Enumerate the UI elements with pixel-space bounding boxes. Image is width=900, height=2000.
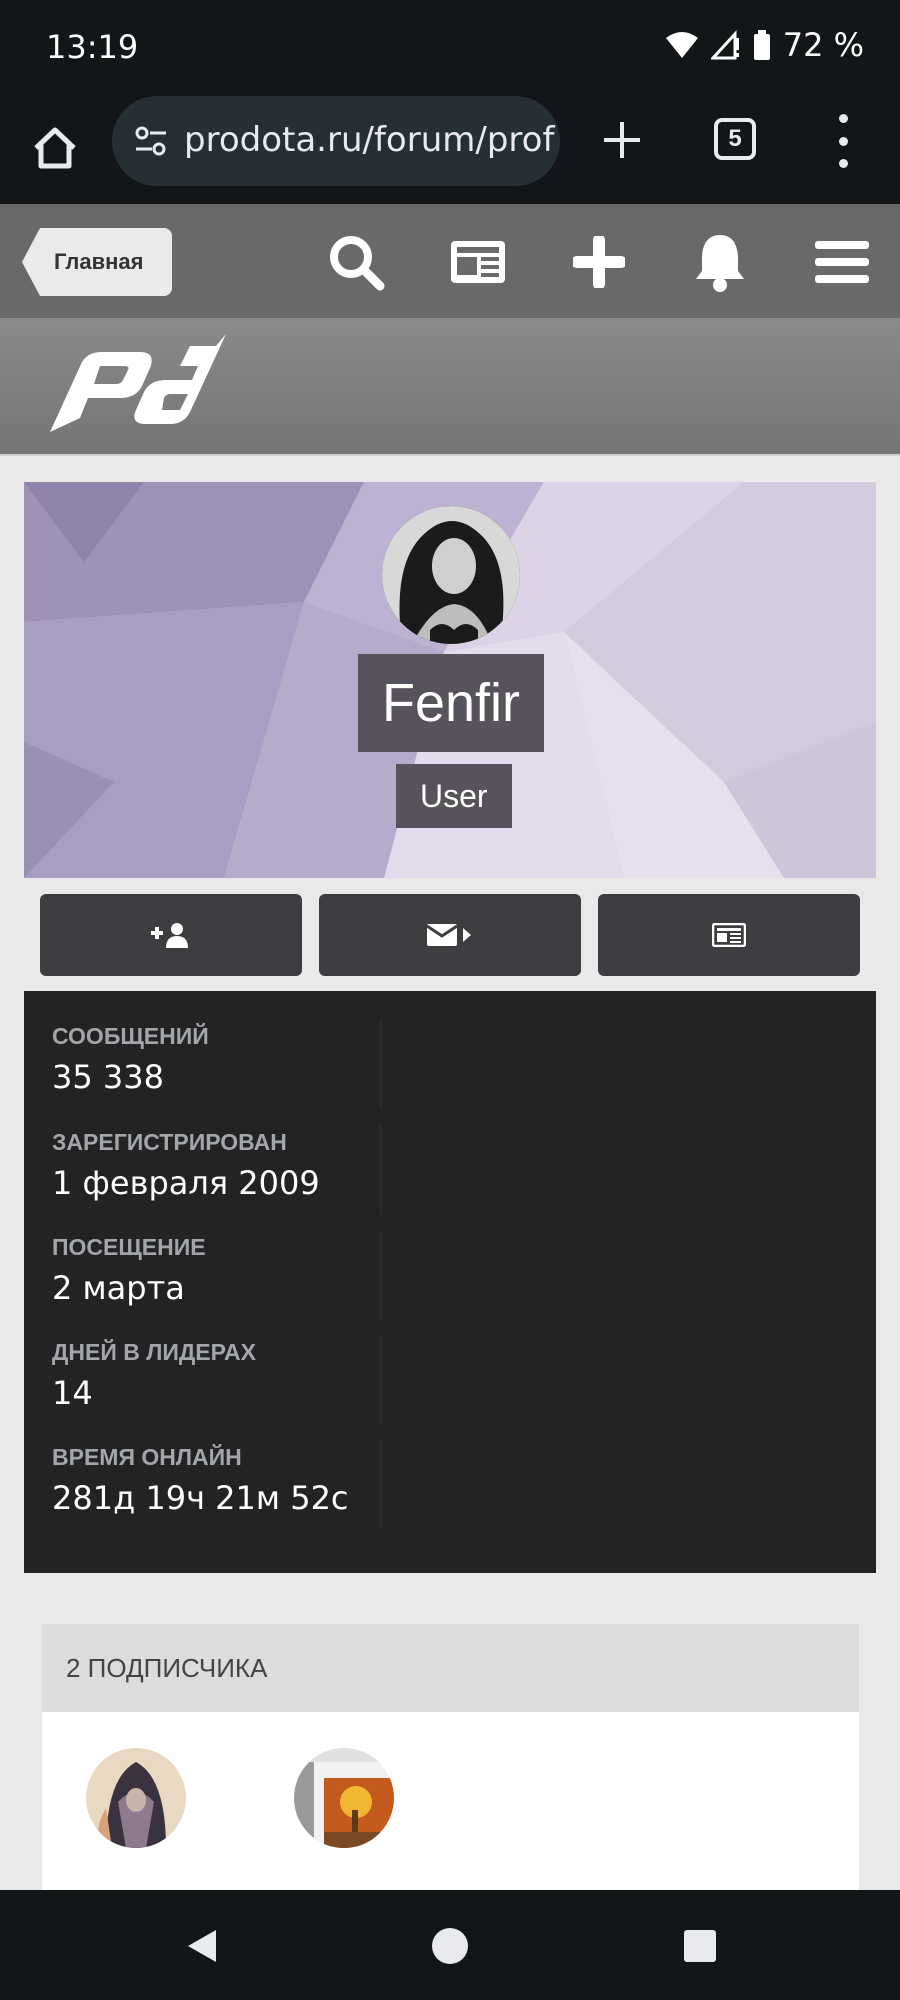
stat-label: ЗАРЕГИСТРИРОВАН [52,1129,287,1155]
android-nav-bar [0,1890,900,2000]
back-icon[interactable] [182,1926,222,1966]
home-nav-icon[interactable] [430,1926,470,1966]
stat-divider [380,1125,382,1215]
brand-banner [0,318,900,456]
bell-icon[interactable] [688,230,752,294]
followers-card: 2 ПОДПИСЧИКА [42,1624,859,1894]
stat-label: ПОСЕЩЕНИЕ [52,1234,206,1260]
battery-percent: 72 % [782,26,864,64]
stat-label: ВРЕМЯ ОНЛАЙН [52,1444,242,1470]
add-icon[interactable] [567,230,631,294]
signal-icon [710,30,739,60]
stat-posts: СООБЩЕНИЙ 35 338 [52,1023,372,1096]
activity-icon [712,923,746,947]
add-friend-icon [151,923,188,948]
search-icon[interactable] [324,230,388,294]
browser-toolbar: prodota.ru/forum/prof 5 [0,96,900,204]
stat-last-visit: ПОСЕЩЕНИЕ 2 марта [52,1234,372,1307]
news-icon[interactable] [446,230,510,294]
stat-divider [380,1230,382,1320]
profile-role-badge: User [396,764,512,828]
stat-value: 281д 19ч 21м 52с [52,1479,349,1517]
status-bar: 13:19 72 % [0,0,900,96]
recents-icon[interactable] [680,1926,720,1966]
profile-stats: СООБЩЕНИЙ 35 338 ЗАРЕГИСТРИРОВАН 1 февра… [24,991,876,1573]
stat-label: СООБЩЕНИЙ [52,1023,209,1049]
stat-days-leader: ДНЕЙ В ЛИДЕРАХ 14 [52,1339,372,1412]
profile-cover: Fenfir User [24,482,876,878]
hamburger-icon[interactable] [810,230,874,294]
follower-avatar[interactable] [86,1748,186,1848]
status-icons: 72 % [665,26,864,64]
profile-username: Fenfir [358,654,545,752]
stat-registered: ЗАРЕГИСТРИРОВАН 1 февраля 2009 [52,1129,372,1202]
address-url: prodota.ru/forum/prof [184,120,555,160]
add-friend-button[interactable] [40,894,302,976]
new-tab-button[interactable] [592,110,652,170]
follower-avatar[interactable] [294,1748,394,1848]
battery-icon [753,30,770,60]
address-bar[interactable]: prodota.ru/forum/prof [112,96,560,186]
stat-value: 14 [52,1374,93,1412]
status-time: 13:19 [46,28,139,66]
stat-value: 35 338 [52,1058,164,1096]
home-icon [34,127,76,169]
site-logo[interactable] [30,332,240,436]
site-settings-icon[interactable] [132,122,170,160]
avatar[interactable] [382,506,520,644]
message-icon [427,924,471,946]
stat-label: ДНЕЙ В ЛИДЕРАХ [52,1339,256,1365]
view-activity-button[interactable] [598,894,860,976]
home-breadcrumb-button[interactable]: Главная [22,228,172,296]
stat-divider [380,1440,382,1530]
stat-divider [380,1019,382,1109]
followers-title: 2 ПОДПИСЧИКА [42,1624,859,1712]
stat-online-time: ВРЕМЯ ОНЛАЙН 281д 19ч 21м 52с [52,1444,372,1517]
stat-divider [380,1335,382,1425]
site-nav: Главная [0,204,900,318]
profile-actions [24,878,876,991]
plus-icon [604,122,640,158]
browser-home-button[interactable] [28,116,82,180]
stat-value: 1 февраля 2009 [52,1164,320,1202]
tab-count: 5 [728,125,742,152]
stat-value: 2 марта [52,1269,185,1307]
send-message-button[interactable] [319,894,581,976]
wifi-icon [665,32,698,58]
tabs-icon[interactable]: 5 [714,118,756,160]
more-icon[interactable] [828,114,858,168]
